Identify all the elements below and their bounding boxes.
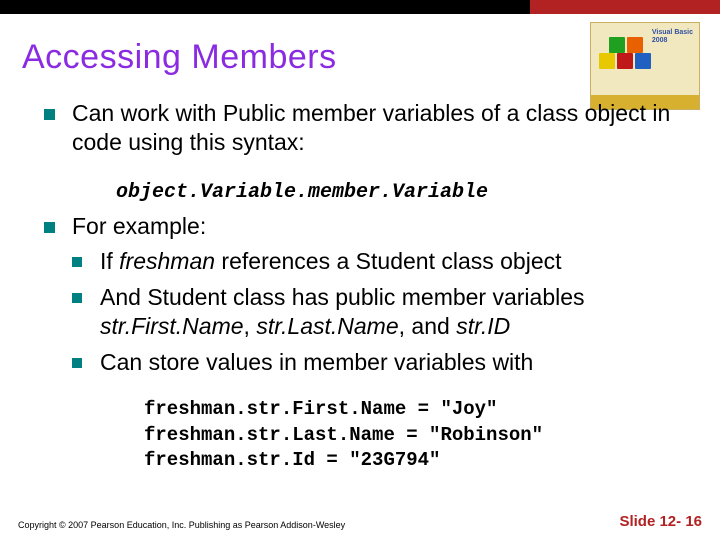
code-syntax: object.Variable.member.Variable — [44, 174, 692, 212]
sub-bullet-1: If freshman references a Student class o… — [72, 247, 692, 276]
code-line-3: freshman.str.Id = "23G794" — [144, 448, 692, 474]
sub-bullet-2: And Student class has public member vari… — [72, 283, 692, 342]
code-line-1: freshman.str.First.Name = "Joy" — [144, 397, 692, 423]
header-bar — [0, 0, 720, 14]
sub2-it1: str.First.Name — [100, 313, 244, 339]
sub-bullet-3: Can store values in member variables wit… — [72, 348, 692, 377]
sub2-it2: str.Last.Name — [256, 313, 398, 339]
book-cover-image: Visual Basic2008 — [590, 22, 700, 110]
bullet-2-text: For example: — [72, 213, 206, 239]
sub3-text: Can store values in member variables wit… — [100, 349, 533, 375]
sub2-mid2: , and — [399, 313, 457, 339]
code-example: freshman.str.First.Name = "Joy" freshman… — [44, 393, 692, 474]
sub2-it3: str.ID — [456, 313, 510, 339]
bullet-1-text: Can work with Public member variables of… — [72, 100, 670, 155]
sub1-pre: If — [100, 248, 119, 274]
slide-content: Can work with Public member variables of… — [0, 77, 720, 474]
slide-number: Slide 12- 16 — [619, 513, 702, 530]
bullet-1: Can work with Public member variables of… — [44, 99, 692, 158]
copyright-text: Copyright © 2007 Pearson Education, Inc.… — [18, 520, 345, 530]
sub1-italic: freshman — [119, 248, 215, 274]
sub2-mid1: , — [244, 313, 257, 339]
footer: Copyright © 2007 Pearson Education, Inc.… — [18, 513, 702, 530]
bullet-2: For example: If freshman references a St… — [44, 212, 692, 377]
sub2-pre: And Student class has public member vari… — [100, 284, 585, 310]
code-line-2: freshman.str.Last.Name = "Robinson" — [144, 423, 692, 449]
sub1-post: references a Student class object — [215, 248, 561, 274]
